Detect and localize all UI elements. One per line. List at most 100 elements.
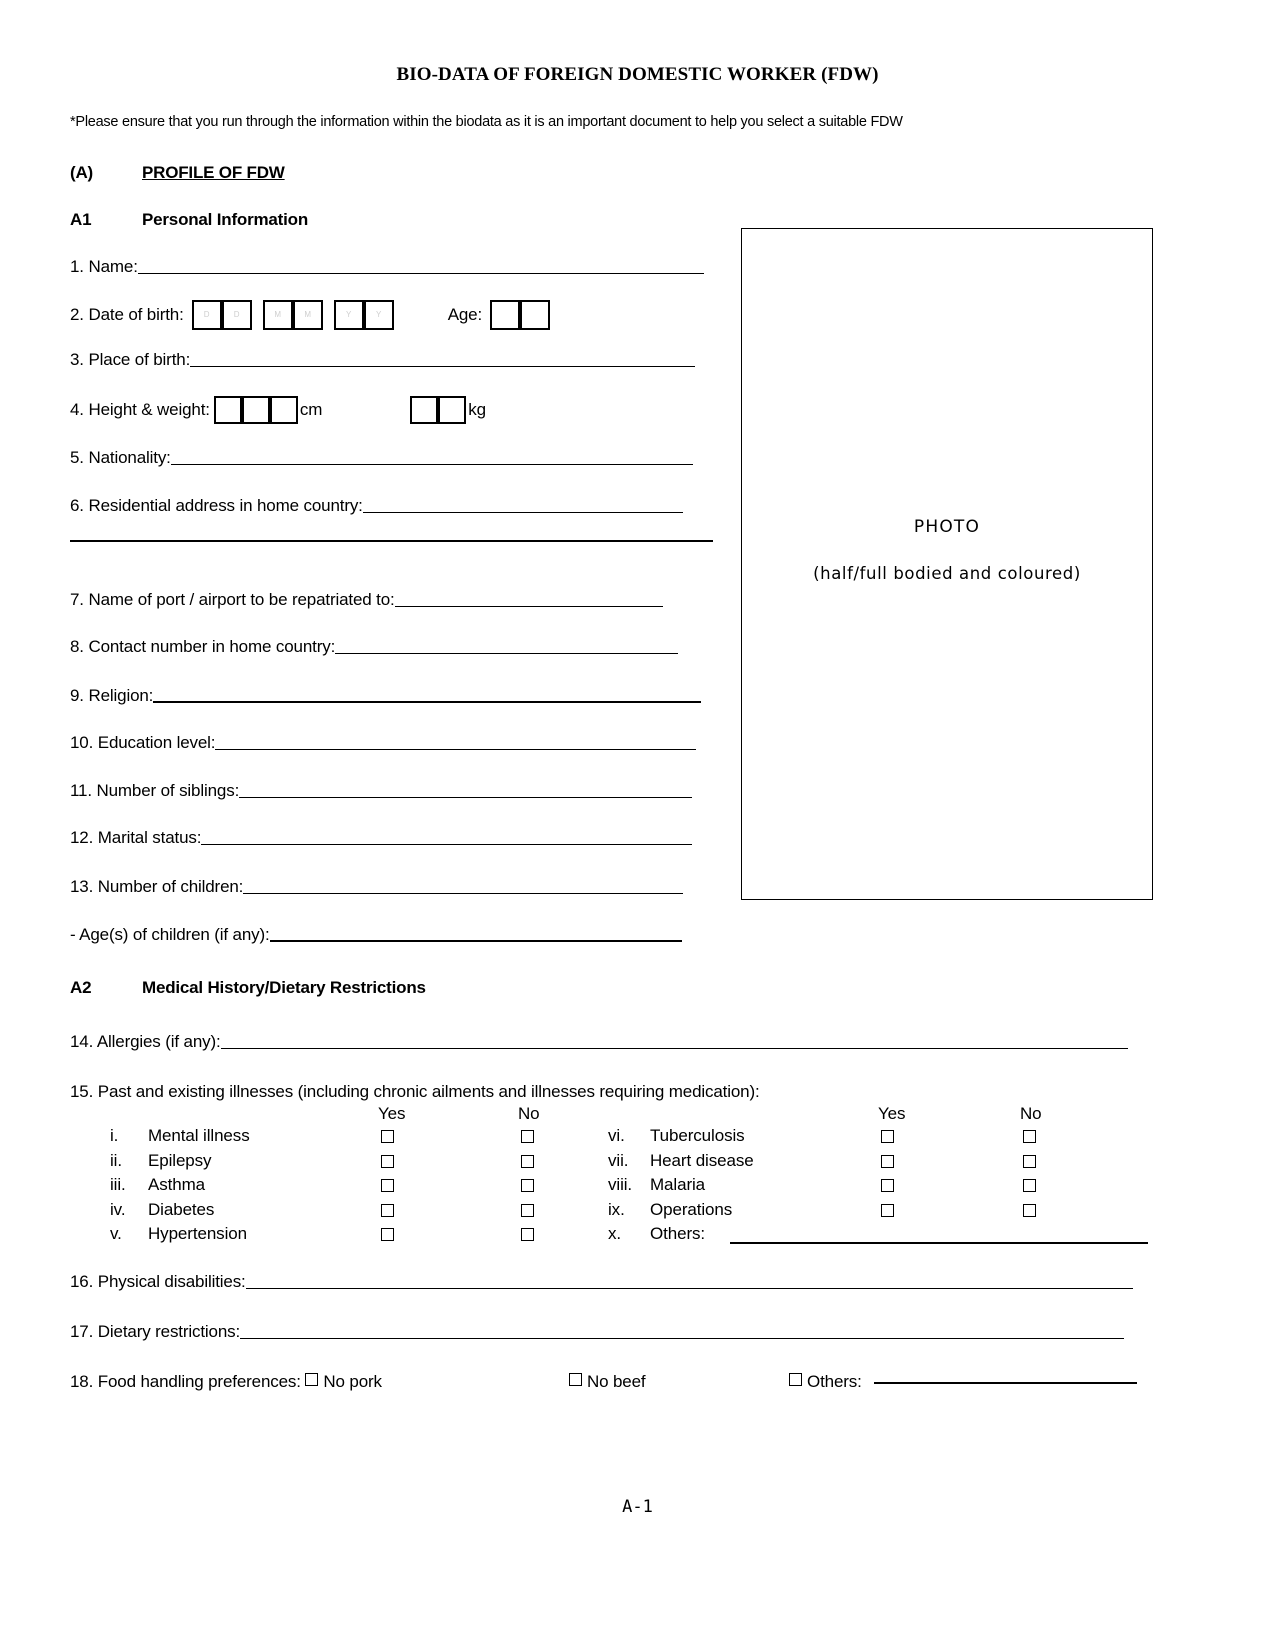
illness-header-yes-right: Yes — [878, 1104, 906, 1123]
checkbox-heart-disease-no[interactable] — [1023, 1154, 1036, 1168]
page-number-footer: A-1 — [622, 1497, 653, 1517]
field-name-label: 1. Name: — [70, 257, 138, 276]
table-row: v. Hypertension x. Others: — [70, 1224, 1200, 1249]
checkbox-malaria-no[interactable] — [1023, 1179, 1036, 1192]
checkbox-hypertension-no[interactable] — [521, 1228, 534, 1241]
document-page: BIO-DATA OF FOREIGN DOMESTIC WORKER (FDW… — [0, 0, 1275, 1650]
illness-label-epilepsy: Epilepsy — [148, 1150, 212, 1170]
checkbox-diabetes-no[interactable] — [521, 1203, 534, 1217]
field-port-airport-input-rule[interactable] — [394, 606, 663, 607]
field-physical-disabilities-label: 16. Physical disabilities: — [70, 1272, 246, 1291]
checkbox-epilepsy-yes[interactable] — [381, 1154, 394, 1168]
checkbox-asthma-yes[interactable] — [381, 1179, 394, 1192]
checkbox-tuberculosis-no[interactable] — [1023, 1130, 1036, 1143]
field-number-of-children-input-rule[interactable] — [243, 893, 684, 894]
illness-label-operations: Operations — [650, 1199, 733, 1219]
illness-num-iv: iv. — [110, 1199, 126, 1219]
instruction-note: *Please ensure that you run through the … — [70, 114, 903, 130]
height-digit-3-box[interactable] — [269, 396, 298, 424]
illness-question-label: 15. Past and existing illnesses (includi… — [70, 1082, 760, 1101]
unit-cm-label: cm — [299, 400, 323, 419]
illness-header-yes-left: Yes — [378, 1104, 406, 1123]
checkbox-no-beef[interactable] — [569, 1373, 582, 1386]
age-digit-2-box[interactable] — [520, 300, 551, 330]
field-number-of-children: 13. Number of children: — [70, 877, 684, 897]
checkbox-others[interactable] — [789, 1373, 802, 1386]
checkbox-epilepsy-no[interactable] — [521, 1154, 534, 1168]
table-row: iv. Diabetes ix. Operations — [70, 1200, 1200, 1225]
height-box-group — [213, 396, 298, 424]
height-digit-2-box[interactable] — [241, 396, 270, 424]
field-name-input-rule[interactable] — [137, 273, 704, 274]
field-allergies-input-rule[interactable] — [220, 1048, 1128, 1049]
section-a-tag: (A) — [70, 163, 93, 182]
option-no-pork-label: No pork — [323, 1372, 382, 1391]
dob-year-2-box[interactable]: Y — [363, 300, 394, 330]
illness-num-viii: viii. — [608, 1175, 633, 1194]
field-allergies: 14. Allergies (if any): — [70, 1032, 1128, 1052]
height-digit-1-box[interactable] — [213, 396, 242, 424]
field-contact-number: 8. Contact number in home country: — [70, 637, 679, 657]
field-ages-of-children-input-rule[interactable] — [269, 940, 682, 942]
dob-month-1-box[interactable]: M — [262, 300, 293, 330]
weight-digit-1-box[interactable] — [410, 396, 439, 424]
unit-kg-label: kg — [468, 400, 486, 419]
illness-label-asthma: Asthma — [148, 1175, 206, 1194]
field-residential-address-input-rule[interactable] — [362, 512, 683, 513]
section-a1-tag: A1 — [70, 210, 92, 229]
checkbox-operations-no[interactable] — [1023, 1203, 1036, 1217]
illness-label-diabetes: Diabetes — [148, 1199, 215, 1219]
field-nationality-label: 5. Nationality: — [70, 448, 171, 467]
field-residential-address-input-rule-2[interactable] — [70, 540, 713, 542]
checkbox-mental-illness-yes[interactable] — [381, 1130, 394, 1143]
checkbox-hypertension-yes[interactable] — [381, 1228, 394, 1241]
illness-label-others: Others: — [650, 1224, 706, 1243]
field-physical-disabilities-input-rule[interactable] — [245, 1288, 1133, 1289]
photo-label: PHOTO — [913, 517, 981, 537]
field-dietary-restrictions-input-rule[interactable] — [240, 1338, 1125, 1339]
dob-month-2-box[interactable]: M — [292, 300, 323, 330]
checkbox-heart-disease-yes[interactable] — [881, 1154, 894, 1168]
photo-sublabel: (half/full bodied and coloured) — [813, 564, 1081, 583]
photo-placeholder-box[interactable]: PHOTO (half/full bodied and coloured) — [741, 228, 1153, 900]
field-marital-status-input-rule[interactable] — [201, 844, 693, 845]
field-place-of-birth-input-rule[interactable] — [190, 366, 696, 367]
field-contact-number-label: 8. Contact number in home country: — [70, 637, 336, 656]
illness-label-heart-disease: Heart disease — [650, 1150, 754, 1170]
checkbox-diabetes-yes[interactable] — [381, 1203, 394, 1217]
illness-others-input-rule[interactable] — [730, 1242, 1148, 1244]
table-row: iii. Asthma viii. Malaria — [70, 1175, 1200, 1200]
field-place-of-birth: 3. Place of birth: — [70, 350, 696, 370]
checkbox-operations-yes[interactable] — [881, 1203, 894, 1217]
dob-day-2-box[interactable]: D — [221, 300, 252, 330]
section-a-title: PROFILE OF FDW — [142, 163, 285, 182]
checkbox-malaria-yes[interactable] — [881, 1179, 894, 1192]
illness-num-vi: vi. — [608, 1126, 625, 1145]
dob-year-1-box[interactable]: Y — [333, 300, 364, 330]
weight-digit-2-box[interactable] — [438, 396, 467, 424]
checkbox-mental-illness-no[interactable] — [521, 1130, 534, 1143]
checkbox-tuberculosis-yes[interactable] — [881, 1130, 894, 1143]
field-nationality-input-rule[interactable] — [170, 464, 693, 465]
field-height-weight: 4. Height & weight: cm kg — [70, 396, 486, 424]
food-others-input-rule[interactable] — [874, 1382, 1138, 1384]
checkbox-asthma-no[interactable] — [521, 1179, 534, 1192]
field-ages-of-children-label: - Age(s) of children (if any): — [70, 925, 270, 944]
field-contact-number-input-rule[interactable] — [335, 653, 679, 654]
field-nationality: 5. Nationality: — [70, 448, 693, 468]
field-allergies-label: 14. Allergies (if any): — [70, 1032, 221, 1051]
field-name: 1. Name: — [70, 257, 704, 277]
illness-table: 15. Past and existing illnesses (includi… — [70, 1082, 1200, 1249]
field-physical-disabilities: 16. Physical disabilities: — [70, 1272, 1133, 1292]
age-digit-1-box[interactable] — [490, 300, 521, 330]
option-no-beef-label: No beef — [587, 1372, 646, 1391]
field-education-level-input-rule[interactable] — [215, 749, 697, 750]
checkbox-no-pork[interactable] — [305, 1373, 319, 1386]
dob-day-1-box[interactable]: D — [191, 300, 222, 330]
field-number-of-siblings-input-rule[interactable] — [239, 797, 693, 798]
field-religion-input-rule[interactable] — [153, 701, 702, 703]
field-education-level-label: 10. Education level: — [70, 733, 216, 752]
field-residential-address-label: 6. Residential address in home country: — [70, 496, 363, 515]
illness-label-tuberculosis: Tuberculosis — [650, 1126, 745, 1145]
illness-header-row: Yes No Yes No — [70, 1104, 1200, 1126]
